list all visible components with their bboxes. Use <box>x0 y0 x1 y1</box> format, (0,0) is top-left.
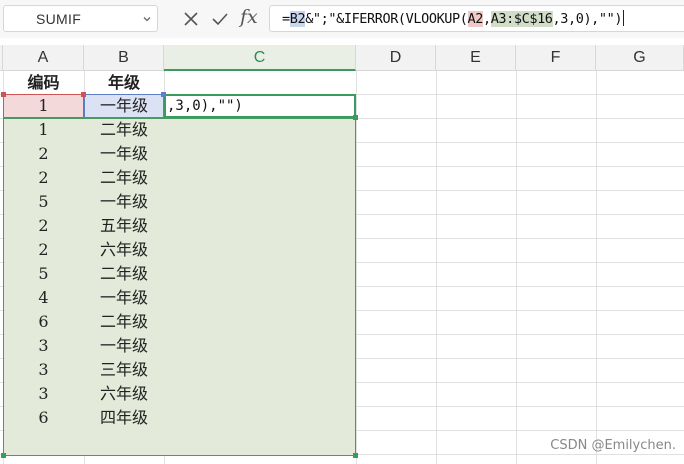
cell-b6[interactable]: 一年级 <box>84 190 164 214</box>
formula-token: , <box>482 11 491 27</box>
formula-token: ,3,0),"") <box>552 11 623 27</box>
formula-input[interactable]: =B2&";"&IFERROR(VLOOKUP(A2,A3:$C$16,3,0)… <box>269 5 684 32</box>
confirm-icon[interactable] <box>211 10 229 28</box>
cell-b11[interactable]: 二年级 <box>84 310 164 334</box>
column-header-d[interactable]: D <box>356 45 436 71</box>
range-handle[interactable] <box>1 453 6 458</box>
editing-cell-text: ,3,0),"") <box>167 98 243 114</box>
column-header-c[interactable]: C <box>164 45 356 71</box>
cell-a11[interactable]: 6 <box>3 310 84 334</box>
cell-a13[interactable]: 3 <box>3 358 84 382</box>
cell-a2[interactable]: 1 <box>3 94 84 118</box>
formula-token: A2 <box>467 11 483 27</box>
range-handle[interactable] <box>353 453 358 458</box>
cancel-icon[interactable] <box>182 10 200 28</box>
cell-b13[interactable]: 三年级 <box>84 358 164 382</box>
formula-token: B2 <box>289 11 306 27</box>
formula-toolbar: SUMIF fx =B2&";"&IFERROR(VLOOKUP(A2,A3:$… <box>0 0 684 38</box>
watermark: CSDN @Emilychen. <box>550 438 676 453</box>
formula-token: = <box>282 11 290 27</box>
column-header-b[interactable]: B <box>84 45 164 71</box>
cell-b4[interactable]: 一年级 <box>84 142 164 166</box>
column-header-f[interactable]: F <box>516 45 596 71</box>
spreadsheet-grid[interactable]: ABCDEFG ,3,0),"") 编码 年级 1 一年级 1 二年级 2 一年级 2 二年级… <box>0 45 684 464</box>
text-caret <box>623 10 625 26</box>
cell-b3[interactable]: 二年级 <box>84 118 164 142</box>
name-box[interactable]: SUMIF <box>3 5 158 32</box>
formula-token: A3:$C$16 <box>490 11 553 27</box>
formula-text: =B2&";"&IFERROR(VLOOKUP(A2,A3:$C$16,3,0)… <box>282 10 625 27</box>
column-header-g[interactable]: G <box>596 45 684 71</box>
cell-a9[interactable]: 5 <box>3 262 84 286</box>
select-all-corner[interactable] <box>0 45 3 71</box>
name-box-value: SUMIF <box>36 11 82 27</box>
cell-b12[interactable]: 一年级 <box>84 334 164 358</box>
column-header-a[interactable]: A <box>3 45 84 71</box>
cell-b7[interactable]: 五年级 <box>84 214 164 238</box>
cell-a15[interactable]: 6 <box>3 406 84 430</box>
cell-b14[interactable]: 六年级 <box>84 382 164 406</box>
cell-a12[interactable]: 3 <box>3 334 84 358</box>
cell-a8[interactable]: 2 <box>3 238 84 262</box>
cell-a3[interactable]: 1 <box>3 118 84 142</box>
cell-a14[interactable]: 3 <box>3 382 84 406</box>
cell-b1[interactable]: 年级 <box>84 71 164 95</box>
chevron-down-icon[interactable] <box>142 14 152 24</box>
function-wizard-icon[interactable]: fx <box>240 6 258 28</box>
cell-a5[interactable]: 2 <box>3 166 84 190</box>
cell-b15[interactable]: 四年级 <box>84 406 164 430</box>
cell-b5[interactable]: 二年级 <box>84 166 164 190</box>
cell-a4[interactable]: 2 <box>3 142 84 166</box>
cell-b2[interactable]: 一年级 <box>84 94 164 118</box>
cell-a1[interactable]: 编码 <box>3 71 84 95</box>
range-handle[interactable] <box>353 115 358 120</box>
cell-b9[interactable]: 二年级 <box>84 262 164 286</box>
cell-a10[interactable]: 4 <box>3 286 84 310</box>
column-header-e[interactable]: E <box>436 45 516 71</box>
cell-a7[interactable]: 2 <box>3 214 84 238</box>
formula-token: &";"&IFERROR(VLOOKUP( <box>305 11 468 27</box>
cell-b10[interactable]: 一年级 <box>84 286 164 310</box>
cell-b8[interactable]: 六年级 <box>84 238 164 262</box>
cell-a6[interactable]: 5 <box>3 190 84 214</box>
